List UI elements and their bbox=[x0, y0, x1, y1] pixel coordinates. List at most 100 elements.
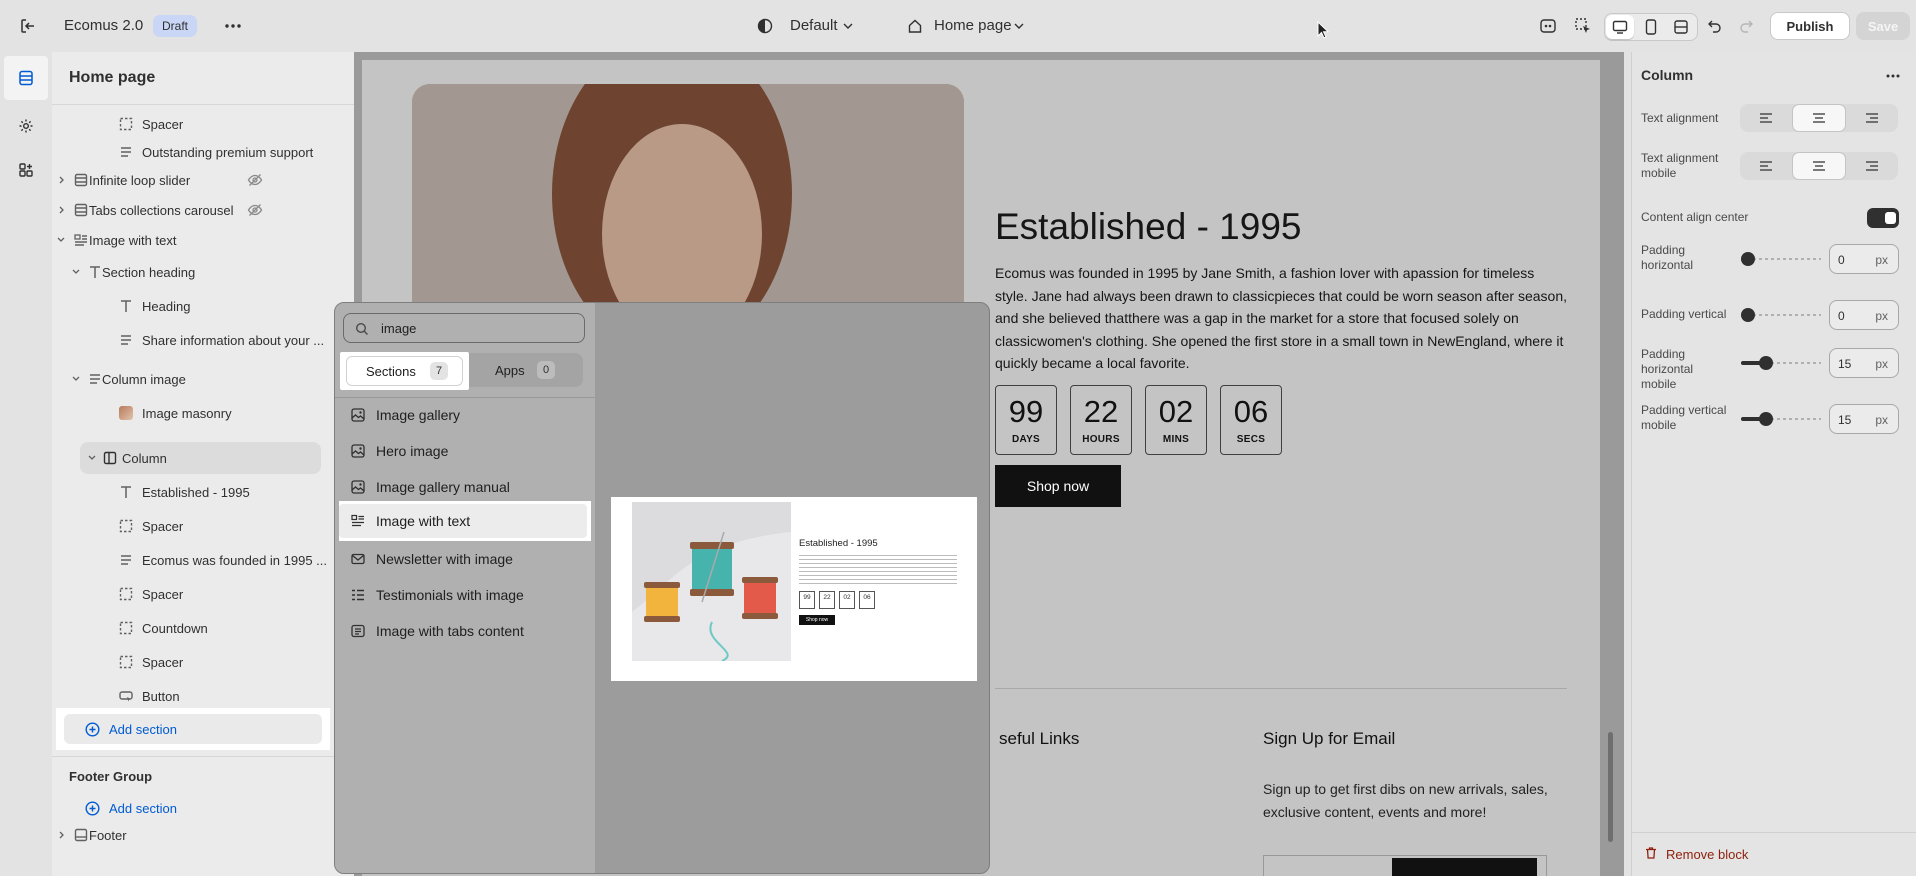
picker-item-testimonials-with-image[interactable]: Testimonials with image bbox=[339, 578, 587, 612]
chevron-down-icon[interactable] bbox=[1013, 20, 1025, 32]
remove-block-button[interactable]: Remove block bbox=[1642, 842, 1782, 866]
eye-hidden-icon[interactable] bbox=[247, 202, 263, 218]
tree-item-section-heading[interactable]: Section heading bbox=[52, 257, 354, 287]
mobile-view-icon[interactable] bbox=[1637, 15, 1665, 39]
save-button[interactable]: Save bbox=[1856, 12, 1910, 40]
tree-item-outstanding-premium-support[interactable]: Outstanding premium support bbox=[52, 137, 354, 167]
subscribe-button[interactable] bbox=[1392, 858, 1537, 876]
countdown-mins: 02 MINS bbox=[1145, 385, 1207, 455]
exit-icon[interactable] bbox=[16, 14, 40, 38]
add-circle-icon bbox=[85, 801, 100, 816]
picker-item-label: Image with text bbox=[376, 513, 471, 529]
preview-body: Ecomus was founded in 1995 by Jane Smith… bbox=[995, 265, 1567, 371]
top-bar: Ecomus 2.0 Draft Default Home page Publi… bbox=[0, 0, 1916, 52]
more-icon[interactable] bbox=[1881, 64, 1905, 88]
padding-vertical-mobile-input[interactable]: 15 px bbox=[1829, 404, 1899, 434]
footer-add-section-row[interactable]: Add section bbox=[64, 793, 322, 823]
picker-item-label: Hero image bbox=[376, 443, 449, 459]
tree-item-image-masonry[interactable]: Image masonry bbox=[52, 398, 354, 428]
tabs-icon bbox=[351, 624, 365, 638]
tree-item-label: Footer bbox=[89, 828, 127, 843]
tab-apps[interactable]: Apps 0 bbox=[469, 356, 586, 386]
tab-sections[interactable]: Sections 7 bbox=[346, 356, 463, 386]
picker-item-image-gallery[interactable]: Image gallery bbox=[339, 398, 587, 432]
chevron-down-icon[interactable] bbox=[842, 20, 854, 32]
preview-scrollbar[interactable] bbox=[1608, 732, 1613, 842]
tree-item-column-image[interactable]: Column image bbox=[52, 364, 354, 394]
padding-horizontal-slider[interactable] bbox=[1741, 252, 1821, 266]
apps-icon[interactable] bbox=[14, 158, 38, 182]
home-icon bbox=[905, 16, 925, 36]
picker-item-label: Testimonials with image bbox=[376, 587, 524, 603]
padding-horizontal-mobile-input[interactable]: 15 px bbox=[1829, 348, 1899, 378]
tree-item-spacer[interactable]: Spacer bbox=[52, 579, 354, 609]
align-right-icon[interactable] bbox=[1846, 104, 1898, 132]
countdown-unit: MINS bbox=[1162, 434, 1190, 445]
tree-item-countdown[interactable]: Countdown bbox=[52, 613, 354, 643]
thumbnail-heading: Established - 1995 bbox=[799, 538, 878, 549]
align-left-icon[interactable] bbox=[1740, 152, 1792, 180]
picker-item-hero-image[interactable]: Hero image bbox=[339, 434, 587, 468]
sections-nav-icon[interactable] bbox=[4, 56, 48, 100]
desktop-view-icon[interactable] bbox=[1606, 15, 1634, 39]
divider bbox=[52, 104, 354, 105]
tree-item-spacer[interactable]: Spacer bbox=[52, 109, 354, 139]
tree-item-button[interactable]: Button bbox=[52, 681, 354, 711]
column-block-settings: Column Text alignment Text alignment mob… bbox=[1624, 52, 1916, 876]
tree-item-established-1995[interactable]: Established - 1995 bbox=[52, 477, 354, 507]
padding-vertical-input[interactable]: 0 px bbox=[1829, 300, 1899, 330]
app-embed-icon[interactable] bbox=[1536, 14, 1560, 38]
tree-item-ecomus-was-founded[interactable]: Ecomus was founded in 1995 ... bbox=[52, 545, 354, 575]
footer-add-section-button[interactable]: Add section bbox=[109, 801, 177, 816]
theme-select[interactable]: Default bbox=[790, 17, 838, 34]
envelope-icon bbox=[351, 553, 365, 565]
divider bbox=[1632, 832, 1916, 833]
picker-item-image-with-tabs-content[interactable]: Image with tabs content bbox=[339, 614, 587, 648]
search-input[interactable]: image bbox=[343, 313, 585, 343]
content-align-center-toggle[interactable] bbox=[1867, 208, 1899, 228]
tree-item-tabs-collections-carousel[interactable]: Tabs collections carousel bbox=[52, 195, 354, 225]
redo-icon[interactable] bbox=[1734, 14, 1758, 38]
picker-item-image-with-text[interactable]: Image with text bbox=[339, 504, 587, 538]
tree-item-label: Spacer bbox=[142, 117, 184, 132]
preview-shop-now-button[interactable]: Shop now bbox=[995, 465, 1121, 507]
align-left-icon[interactable] bbox=[1740, 104, 1792, 132]
publish-button[interactable]: Publish bbox=[1770, 12, 1850, 40]
add-section-button[interactable]: Add section bbox=[109, 722, 177, 737]
inspector-icon[interactable] bbox=[1571, 14, 1595, 38]
input-value: 0 bbox=[1838, 253, 1845, 267]
tree-item-column[interactable]: Column bbox=[52, 443, 354, 473]
picker-item-newsletter-with-image[interactable]: Newsletter with image bbox=[339, 542, 587, 576]
tree-item-image-with-text[interactable]: Image with text bbox=[52, 225, 354, 255]
tree-item-infinite-loop-slider[interactable]: Infinite loop slider bbox=[52, 165, 354, 195]
add-section-row[interactable]: Add section bbox=[64, 714, 322, 744]
tree-item-share-information[interactable]: Share information about your ... bbox=[52, 325, 354, 355]
align-center-icon[interactable] bbox=[1792, 152, 1846, 180]
tree-item-spacer[interactable]: Spacer bbox=[52, 647, 354, 677]
tree-item-spacer[interactable]: Spacer bbox=[52, 511, 354, 541]
content-align-center-label: Content align center bbox=[1641, 210, 1749, 224]
picker-item-image-gallery-manual[interactable]: Image gallery manual bbox=[339, 470, 587, 504]
tree-item-footer[interactable]: Footer bbox=[52, 820, 354, 850]
divider bbox=[52, 756, 354, 757]
padding-horizontal-mobile-slider[interactable] bbox=[1741, 356, 1821, 370]
picker-item-label: Newsletter with image bbox=[376, 551, 513, 567]
countdown-unit: DAYS bbox=[1011, 434, 1041, 445]
align-right-icon[interactable] bbox=[1846, 152, 1898, 180]
eye-hidden-icon[interactable] bbox=[247, 172, 263, 188]
more-icon[interactable] bbox=[220, 14, 246, 38]
sidebar-title: Home page bbox=[69, 69, 156, 86]
countdown-secs: 06 SECS bbox=[1220, 385, 1282, 455]
preview-heading: Established - 1995 bbox=[995, 206, 1302, 247]
settings-gear-icon[interactable] bbox=[14, 114, 38, 138]
page-select[interactable]: Home page bbox=[934, 17, 1012, 34]
tree-item-heading[interactable]: Heading bbox=[52, 291, 354, 321]
padding-horizontal-input[interactable]: 0 px bbox=[1829, 244, 1899, 274]
undo-icon[interactable] bbox=[1703, 14, 1727, 38]
thumbnail-countdown: 99 bbox=[799, 591, 815, 609]
padding-vertical-slider[interactable] bbox=[1741, 308, 1821, 322]
padding-vertical-mobile-slider[interactable] bbox=[1741, 412, 1821, 426]
fullscreen-view-icon[interactable] bbox=[1667, 15, 1695, 39]
align-center-icon[interactable] bbox=[1792, 104, 1846, 132]
countdown-value: 06 bbox=[1233, 394, 1269, 429]
